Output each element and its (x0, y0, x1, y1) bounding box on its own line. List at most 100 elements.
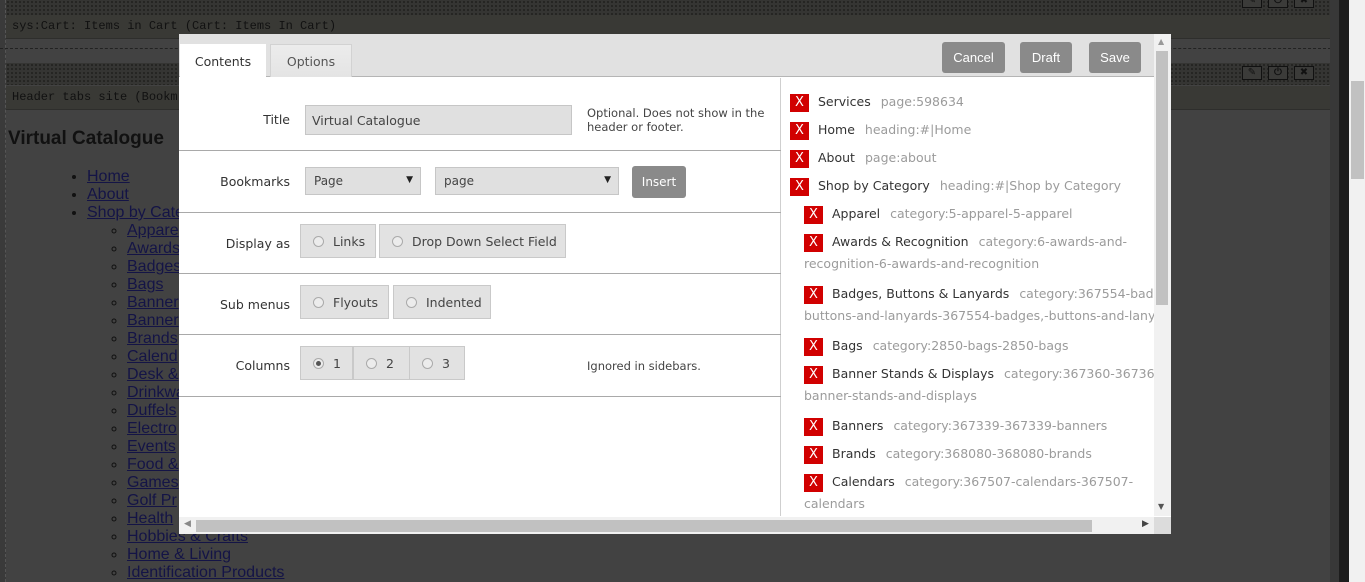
bookmark-item[interactable]: X Brands category:368080-368080-brands (804, 442, 1092, 466)
bookmark-name: Bags (832, 338, 863, 353)
sub-nav-link[interactable]: Desk & (127, 366, 179, 383)
bookmark-name: Awards & Recognition (832, 234, 969, 249)
option-label: Indented (426, 294, 482, 310)
insert-button[interactable]: Insert (632, 166, 686, 198)
columns-3-option[interactable]: 3 (409, 346, 465, 380)
sub-nav-link[interactable]: Awards (127, 240, 180, 257)
delete-icon[interactable]: ✖ (1294, 0, 1314, 8)
bookmark-item[interactable]: X Badges, Buttons & Lanyards category:3675… (804, 282, 1154, 306)
modal-vertical-scrollbar[interactable]: ▲ ▼ (1154, 34, 1171, 516)
bookmark-item[interactable]: X Apparel category:5-apparel-5-apparel (804, 202, 1073, 226)
tab-contents[interactable]: Contents (180, 44, 266, 78)
nav-link[interactable]: Shop by Cate (87, 204, 184, 221)
bookmark-value: heading:#|Shop by Category (939, 178, 1122, 193)
columns-1-option[interactable]: 1 (300, 346, 353, 380)
remove-icon[interactable]: X (804, 365, 823, 384)
horizontal-scroll-thumb[interactable] (196, 520, 1092, 532)
bookmark-item[interactable]: X Banner Stands & Displays category:367360… (804, 362, 1154, 386)
sub-nav-link[interactable]: Golf Pr (127, 492, 177, 509)
display-links-option[interactable]: Links (300, 224, 376, 258)
sub-nav-link[interactable]: Duffels (127, 402, 177, 419)
display-dropdown-option[interactable]: Drop Down Select Field (379, 224, 566, 258)
remove-icon[interactable]: X (804, 205, 823, 224)
nav-link[interactable]: About (87, 186, 129, 203)
bookmark-value: category:6-awards-and- (978, 234, 1128, 249)
scroll-right-icon[interactable]: ▶ (1142, 519, 1149, 529)
page-title: Virtual Catalogue (8, 128, 164, 149)
option-label: 1 (333, 355, 341, 371)
scroll-up-icon[interactable]: ▲ (1158, 37, 1164, 46)
scroll-down-icon[interactable]: ▼ (1158, 502, 1164, 511)
remove-icon[interactable]: X (804, 285, 823, 304)
remove-icon[interactable]: X (804, 417, 823, 436)
sub-nav-link[interactable]: Bags (127, 276, 163, 293)
sub-nav-link[interactable]: Health (127, 510, 173, 527)
bookmark-item[interactable]: X Calendars category:367507-calendars-3675… (804, 470, 1133, 494)
cancel-button[interactable]: Cancel (942, 42, 1005, 73)
columns-row: Columns 1 2 3 Ignored in sidebars. (179, 335, 781, 397)
tab-options[interactable]: Options (270, 44, 352, 77)
save-button[interactable]: Save (1089, 42, 1141, 73)
remove-icon[interactable]: X (804, 233, 823, 252)
bookmark-item[interactable]: X Home heading:#|Home (790, 118, 971, 142)
bookmark-item[interactable]: X Awards & Recognition category:6-awards-a… (804, 230, 1127, 254)
remove-icon[interactable]: X (790, 149, 809, 168)
remove-icon[interactable]: X (804, 445, 823, 464)
remove-icon[interactable]: X (804, 473, 823, 492)
sub-nav-link[interactable]: Electro (127, 420, 177, 437)
sub-nav-link[interactable]: Events (127, 438, 176, 455)
title-input[interactable] (305, 105, 572, 135)
sub-nav-link[interactable]: Home & Living (127, 546, 231, 563)
draft-button[interactable]: Draft (1020, 42, 1072, 73)
sub-nav-link[interactable]: Games (127, 474, 179, 491)
radio-icon[interactable] (366, 357, 377, 369)
modal-horizontal-scrollbar[interactable]: ◀ ▶ (179, 517, 1154, 534)
sub-nav-link[interactable]: Drinkwa (127, 384, 185, 401)
radio-checked-icon[interactable] (313, 357, 324, 369)
bookmarks-label: Bookmarks (220, 174, 290, 189)
delete-icon[interactable]: ✖ (1294, 66, 1314, 80)
sub-nav-link[interactable]: Brands (127, 330, 178, 347)
vertical-scroll-thumb[interactable] (1156, 51, 1168, 305)
power-icon[interactable]: ⏻ (1268, 0, 1288, 8)
remove-icon[interactable]: X (790, 177, 809, 196)
sub-nav-link[interactable]: Banner (127, 294, 179, 311)
radio-icon[interactable] (313, 296, 324, 308)
sub-nav-link[interactable]: Food & (127, 456, 179, 473)
sub-nav-link[interactable]: Appare (127, 222, 179, 239)
window-scroll-thumb[interactable] (1351, 81, 1364, 179)
columns-hint: Ignored in sidebars. (587, 359, 701, 373)
bookmark-value-continued: banner-stands-and-displays (804, 388, 977, 403)
remove-icon[interactable]: X (804, 337, 823, 356)
power-icon[interactable]: ⏻ (1268, 66, 1288, 80)
sub-nav-link[interactable]: Identification Products (127, 564, 284, 581)
radio-icon[interactable] (406, 296, 417, 308)
radio-icon[interactable] (313, 235, 324, 247)
remove-icon[interactable]: X (790, 121, 809, 140)
bookmark-type-select[interactable]: Page ▼ (305, 167, 421, 195)
edit-icon[interactable]: ✎ (1242, 66, 1262, 80)
bookmark-item[interactable]: X Services page:598634 (790, 90, 964, 114)
bookmark-item[interactable]: X About page:about (790, 146, 936, 170)
scroll-left-icon[interactable]: ◀ (184, 519, 191, 529)
sub-nav-link[interactable]: Calend (127, 348, 178, 365)
bookmark-name: Home (818, 122, 855, 137)
widget1-toolbar: ✎ ⏻ ✖ (6, 0, 1332, 16)
sub-nav-link[interactable]: Banner (127, 312, 179, 329)
radio-icon[interactable] (422, 357, 433, 369)
nav-link[interactable]: Home (87, 168, 130, 185)
radio-icon[interactable] (392, 235, 403, 247)
remove-icon[interactable]: X (790, 93, 809, 112)
columns-2-option[interactable]: 2 (353, 346, 410, 380)
bookmark-item[interactable]: X Bags category:2850-bags-2850-bags (804, 334, 1068, 358)
edit-icon[interactable]: ✎ (1242, 0, 1262, 8)
submenu-flyouts-option[interactable]: Flyouts (300, 285, 389, 319)
sub-nav-link[interactable]: Badges (127, 258, 181, 275)
submenu-indented-option[interactable]: Indented (393, 285, 491, 319)
bookmark-target-select[interactable]: page ▼ (435, 167, 619, 195)
window-scrollbar[interactable] (1349, 0, 1365, 582)
bookmark-name: About (818, 150, 855, 165)
bookmark-item[interactable]: X Shop by Category heading:#|Shop by Categ… (790, 174, 1121, 198)
title-hint: Optional. Does not show in the header or… (587, 106, 765, 134)
bookmark-item[interactable]: X Banners category:367339-367339-banners (804, 414, 1107, 438)
